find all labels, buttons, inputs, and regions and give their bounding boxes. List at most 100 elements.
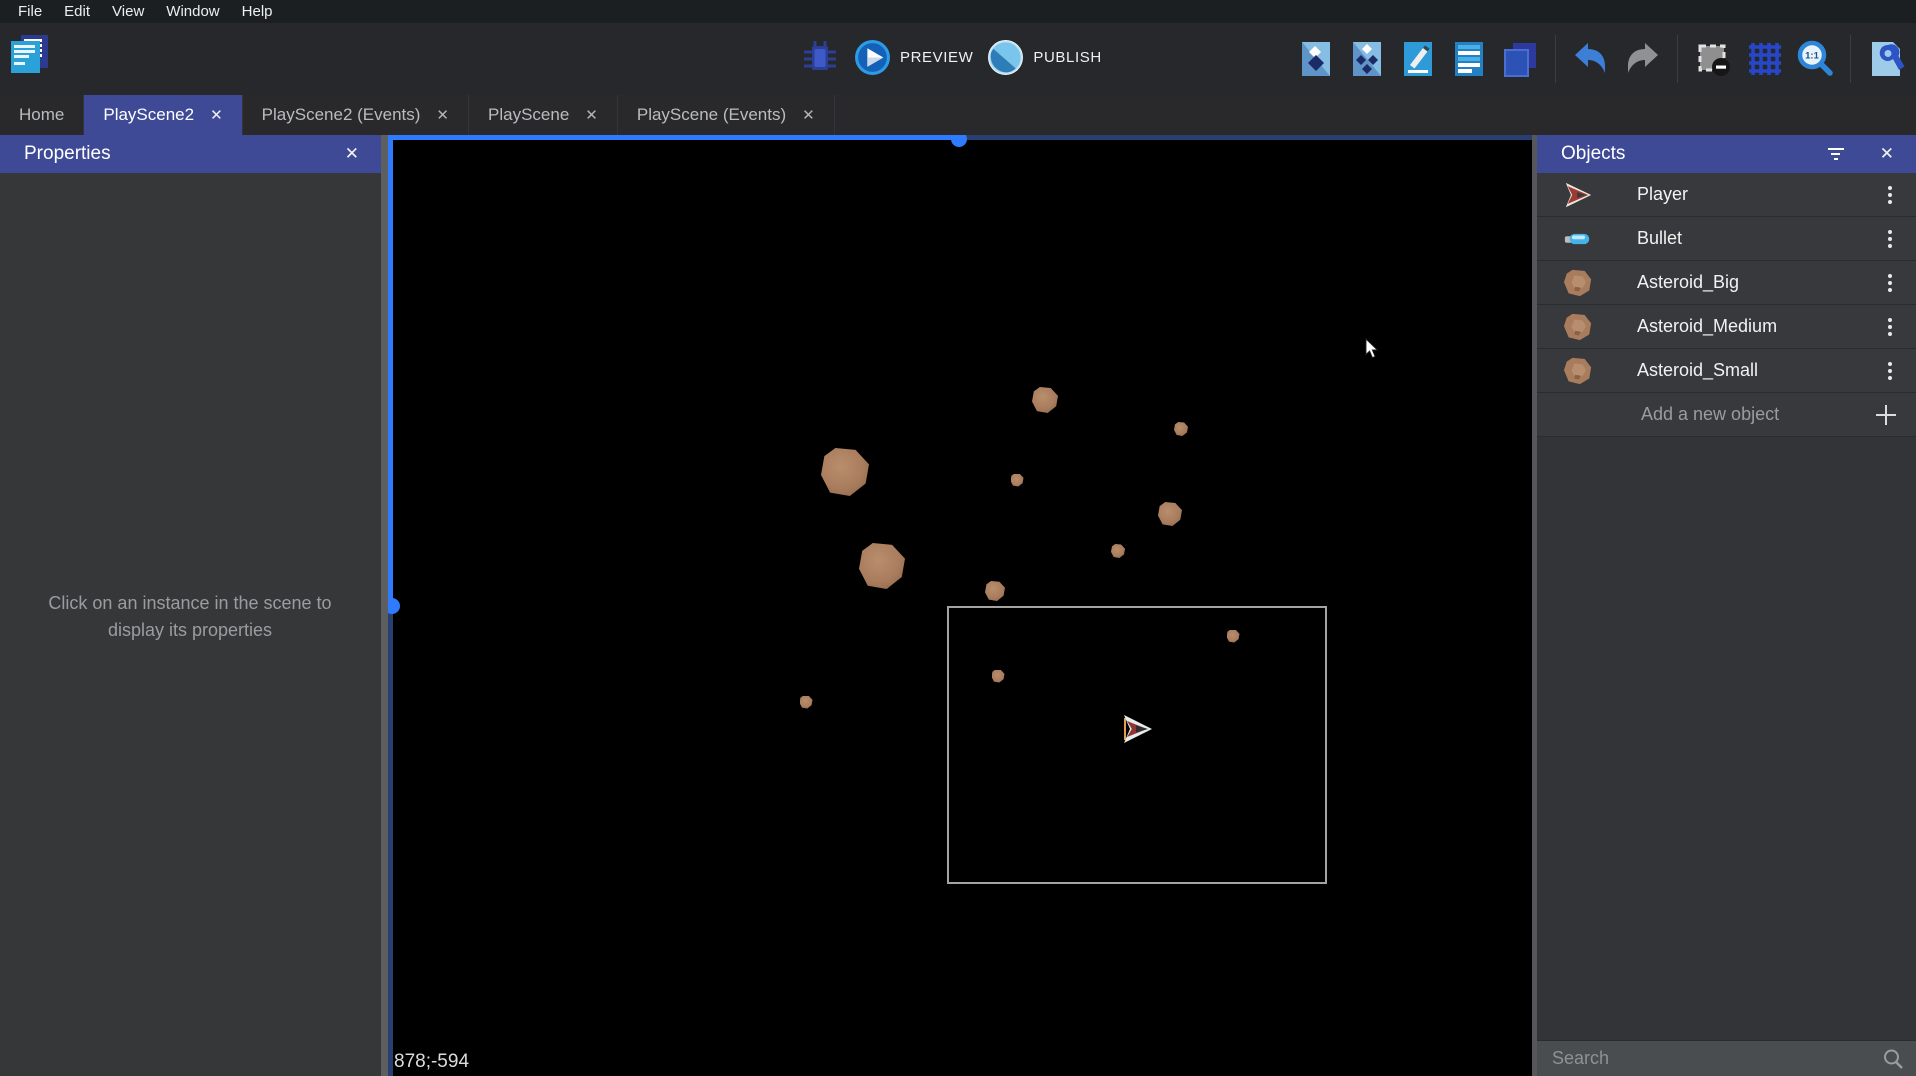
- content-area: Properties ✕ Click on an instance in the…: [0, 135, 1916, 1076]
- object-row-bullet[interactable]: Bullet: [1537, 217, 1916, 261]
- objects-search-bar: [1537, 1040, 1916, 1076]
- asteroid-icon: [1563, 356, 1593, 386]
- object-name: Asteroid_Big: [1637, 272, 1884, 293]
- object-groups-editor-icon[interactable]: [1347, 39, 1387, 79]
- tab-label: PlayScene (Events): [637, 105, 786, 125]
- toolbar-separator: [1677, 35, 1678, 83]
- tab-label: PlayScene2 (Events): [262, 105, 421, 125]
- menu-item-edit[interactable]: Edit: [53, 0, 101, 23]
- objects-panel-title: Objects: [1561, 143, 1824, 165]
- asteroid-big-instance[interactable]: [821, 448, 869, 496]
- bullet-icon: [1563, 224, 1593, 254]
- tab-playscene[interactable]: PlayScene ✕: [469, 95, 618, 135]
- asteroid-small-instance[interactable]: [1174, 422, 1188, 436]
- object-menu-icon[interactable]: [1884, 358, 1896, 384]
- object-row-asteroid_medium[interactable]: Asteroid_Medium: [1537, 305, 1916, 349]
- plus-icon: [1874, 403, 1898, 427]
- toolbar-center: PREVIEW PUBLISH: [800, 37, 1102, 77]
- tab-home[interactable]: Home: [0, 95, 84, 135]
- add-object-label: Add a new object: [1641, 404, 1874, 425]
- object-name: Player: [1637, 184, 1884, 205]
- tab-bar: HomePlayScene2✕PlayScene2 (Events)✕PlayS…: [0, 95, 1916, 135]
- menu-item-window[interactable]: Window: [155, 0, 230, 23]
- object-name: Asteroid_Medium: [1637, 316, 1884, 337]
- menu-item-view[interactable]: View: [101, 0, 155, 23]
- object-row-asteroid_big[interactable]: Asteroid_Big: [1537, 261, 1916, 305]
- asteroid-medium-instance[interactable]: [1158, 502, 1182, 526]
- tab-playscene2[interactable]: PlayScene2✕: [84, 95, 242, 135]
- asteroid-icon: [1563, 312, 1593, 342]
- asteroid-small-instance[interactable]: [1111, 544, 1125, 558]
- asteroid-medium-instance[interactable]: [985, 581, 1005, 601]
- menu-item-file[interactable]: File: [7, 0, 53, 23]
- menu-bar: FileEditViewWindowHelp: [0, 0, 1916, 23]
- panel-resize-handle[interactable]: [381, 135, 388, 1076]
- tab-playscene2-events[interactable]: PlayScene2 (Events) ✕: [243, 95, 469, 135]
- object-menu-icon[interactable]: [1884, 314, 1896, 340]
- object-menu-icon[interactable]: [1884, 226, 1896, 252]
- horizontal-scrollbar-thumb[interactable]: [951, 135, 967, 147]
- asteroid-icon: [1563, 268, 1593, 298]
- objects-editor-icon[interactable]: [1296, 39, 1336, 79]
- preview-play-icon: [854, 39, 891, 76]
- tab-close-icon[interactable]: ✕: [585, 108, 598, 123]
- layers-editor-icon[interactable]: [1500, 39, 1540, 79]
- scene-properties-icon[interactable]: [1398, 39, 1438, 79]
- player-ship-instance[interactable]: [1119, 712, 1153, 751]
- objects-list: Player Bullet Asteroid_Big Asteroid_Medium A…: [1537, 173, 1916, 393]
- redo-icon[interactable]: [1622, 39, 1662, 79]
- object-menu-icon[interactable]: [1884, 270, 1896, 296]
- gdevelop-window: FileEditViewWindowHelp: [0, 0, 1916, 1076]
- debug-icon[interactable]: [800, 37, 840, 77]
- toolbar: PREVIEW PUBLISH: [0, 23, 1916, 95]
- project-manager-icon: [8, 33, 52, 75]
- toggle-grid-icon[interactable]: [1744, 39, 1784, 79]
- menu-item-help[interactable]: Help: [231, 0, 284, 23]
- asteroid-medium-instance[interactable]: [1032, 387, 1058, 413]
- search-input[interactable]: [1537, 1048, 1882, 1069]
- properties-empty-message: Click on an instance in the scene to dis…: [40, 590, 340, 644]
- tab-close-icon[interactable]: ✕: [802, 108, 815, 123]
- tab-close-icon[interactable]: ✕: [210, 108, 223, 123]
- filter-icon[interactable]: [1824, 144, 1848, 164]
- publish-globe-icon: [987, 39, 1024, 76]
- project-manager-button[interactable]: [8, 33, 52, 80]
- mouse-cursor: [1365, 338, 1379, 364]
- vertical-scrollbar-thumb[interactable]: [388, 598, 400, 614]
- close-icon[interactable]: ✕: [339, 142, 365, 166]
- asteroid-small-instance[interactable]: [800, 696, 813, 709]
- scene-editor-canvas[interactable]: 878;-594: [388, 135, 1532, 1076]
- search-icon: [1882, 1048, 1904, 1070]
- close-icon[interactable]: ✕: [1874, 142, 1900, 166]
- tab-label: Home: [19, 105, 64, 125]
- properties-panel-header: Properties ✕: [0, 135, 381, 173]
- properties-panel-title: Properties: [24, 143, 339, 165]
- toolbar-separator: [1555, 35, 1556, 83]
- tab-close-icon[interactable]: ✕: [436, 108, 449, 123]
- preview-label: PREVIEW: [900, 49, 973, 66]
- objects-panel-header: Objects ✕: [1537, 135, 1916, 173]
- tab-label: PlayScene: [488, 105, 569, 125]
- toolbar-separator: [1850, 35, 1851, 83]
- object-menu-icon[interactable]: [1884, 182, 1896, 208]
- object-row-asteroid_small[interactable]: Asteroid_Small: [1537, 349, 1916, 393]
- preview-button[interactable]: PREVIEW: [854, 39, 973, 76]
- svg-text:1:1: 1:1: [1805, 51, 1819, 62]
- cursor-coordinates-label: 878;-594: [394, 1051, 469, 1073]
- player-ship-icon: [1563, 180, 1593, 210]
- add-object-button[interactable]: Add a new object: [1537, 393, 1916, 437]
- publish-button[interactable]: PUBLISH: [987, 39, 1101, 76]
- tab-playscene-events[interactable]: PlayScene (Events) ✕: [618, 95, 835, 135]
- asteroid-small-instance[interactable]: [1011, 474, 1024, 487]
- object-name: Bullet: [1637, 228, 1884, 249]
- object-name: Asteroid_Small: [1637, 360, 1884, 381]
- object-row-player[interactable]: Player: [1537, 173, 1916, 217]
- deselect-instances-icon[interactable]: [1693, 39, 1733, 79]
- project-settings-icon[interactable]: [1866, 39, 1906, 79]
- objects-panel: Objects ✕ Player Bullet Asteroid_Big Astero…: [1537, 135, 1916, 1076]
- undo-icon[interactable]: [1571, 39, 1611, 79]
- publish-label: PUBLISH: [1033, 49, 1101, 66]
- instances-list-icon[interactable]: [1449, 39, 1489, 79]
- zoom-1-1-icon[interactable]: 1:1: [1795, 39, 1835, 79]
- asteroid-big-instance[interactable]: [859, 543, 905, 589]
